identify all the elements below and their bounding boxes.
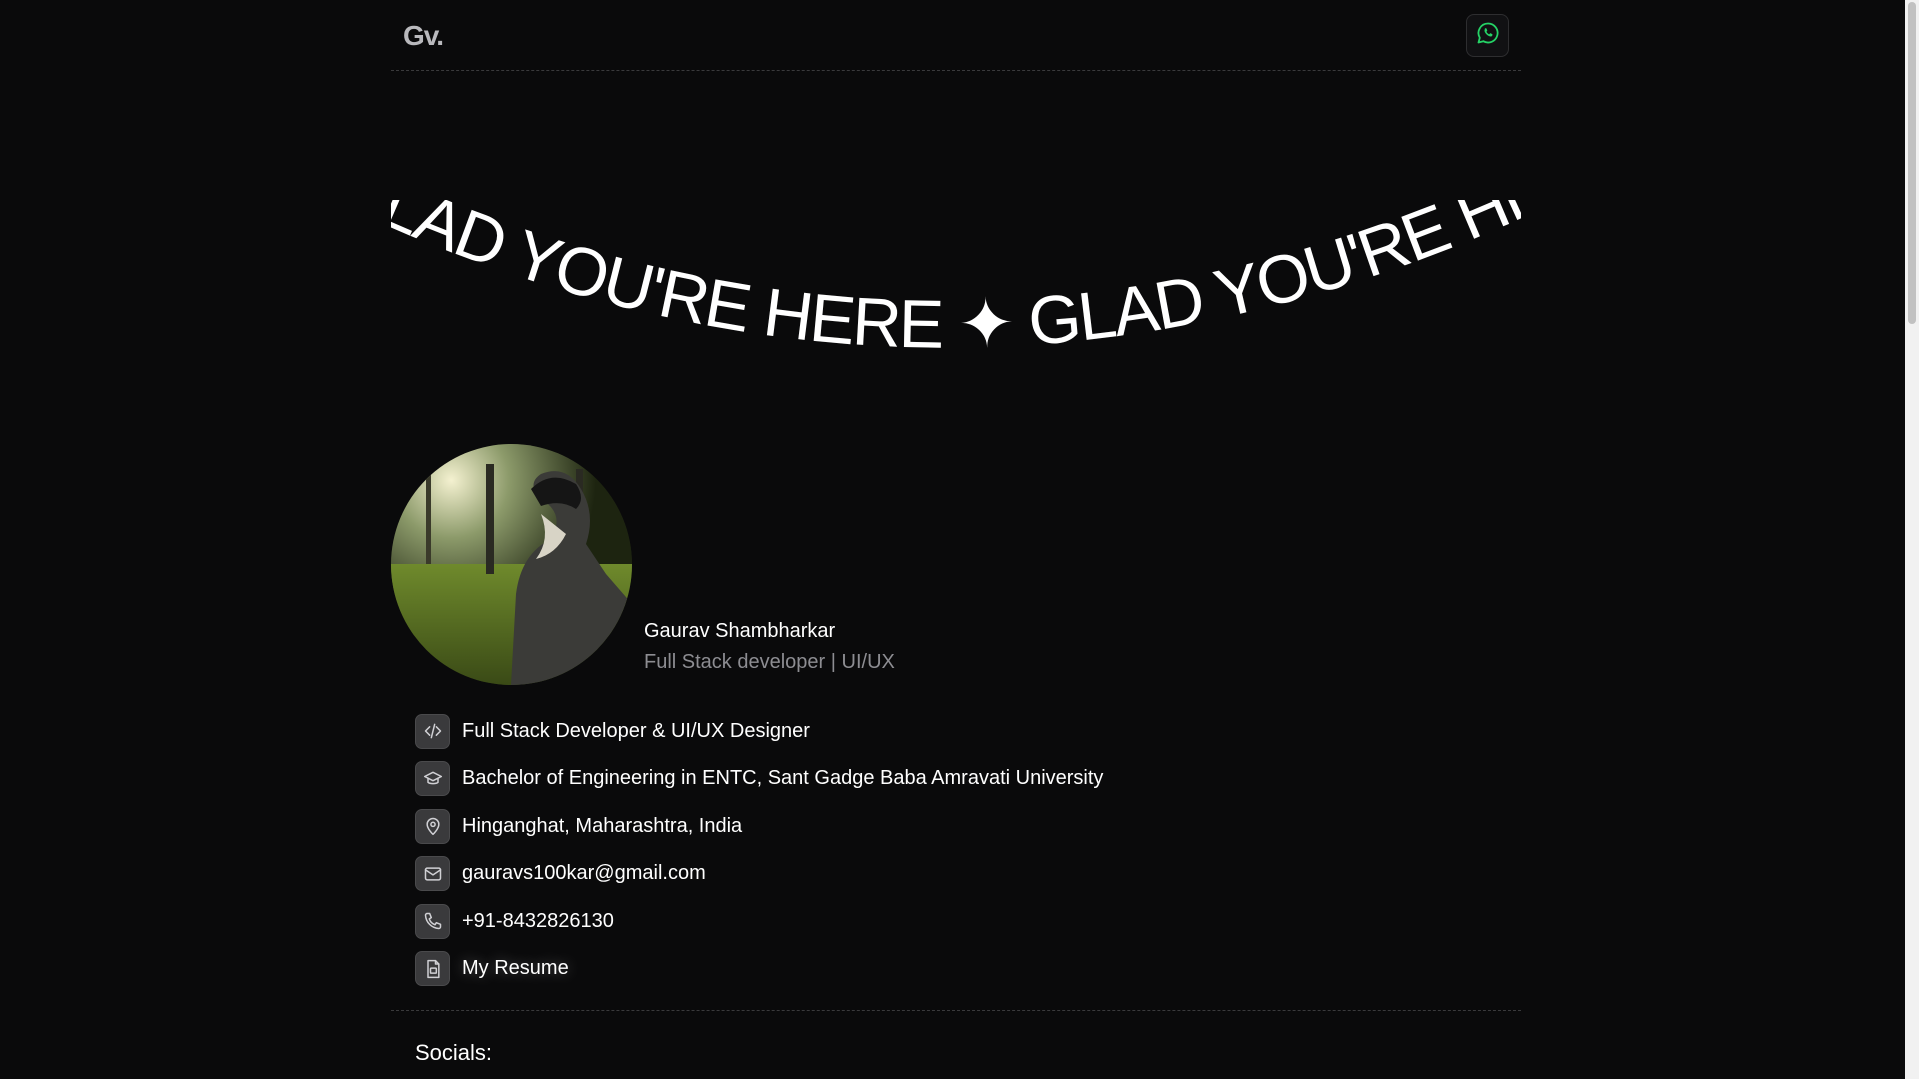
location-pin-icon	[415, 808, 450, 844]
profile-role: Full Stack developer | UI/UX	[644, 651, 895, 673]
info-item-phone[interactable]: +91-8432826130	[415, 903, 1415, 939]
mail-icon	[415, 856, 450, 891]
info-list: Full Stack Developer & UI/UX Designer Ba…	[415, 713, 1415, 998]
info-text-location: Hinganghat, Maharashtra, India	[462, 814, 743, 837]
whatsapp-button[interactable]	[1466, 14, 1509, 57]
info-text-profession: Full Stack Developer & UI/UX Designer	[462, 719, 810, 742]
info-item-email[interactable]: gauravs100kar@gmail.com	[415, 856, 1415, 892]
graduation-cap-icon	[415, 761, 450, 796]
scrollbar-thumb[interactable]	[1908, 2, 1916, 324]
main-container: Gv. GLAD YOU'RE HERE ✦ GLAD YOU'RE H	[391, 0, 1521, 1065]
scrollbar-track[interactable]	[1905, 0, 1919, 1079]
header: Gv.	[391, 0, 1521, 71]
phone-link[interactable]: +91-8432826130	[462, 910, 614, 933]
curved-marquee-text: GLAD YOU'RE HERE ✦ GLAD YOU'RE HERE ✦ GL…	[391, 200, 1521, 363]
code-icon	[415, 713, 450, 749]
info-item-profession: Full Stack Developer & UI/UX Designer	[415, 713, 1415, 749]
profile-name: Gaurav Shambharkar	[644, 620, 836, 642]
section-divider	[391, 1010, 1521, 1011]
page: Gv. GLAD YOU'RE HERE ✦ GLAD YOU'RE H	[0, 0, 1919, 1079]
email-link[interactable]: gauravs100kar@gmail.com	[462, 862, 706, 885]
resume-file-icon	[415, 951, 450, 986]
info-text-education: Bachelor of Engineering in ENTC, Sant Ga…	[462, 767, 1104, 789]
info-item-resume[interactable]: My Resume	[415, 951, 1415, 987]
info-item-location: Hinganghat, Maharashtra, India	[415, 808, 1415, 844]
info-item-education: Bachelor of Engineering in ENTC, Sant Ga…	[415, 761, 1415, 797]
logo[interactable]: Gv.	[403, 20, 444, 52]
avatar	[391, 444, 632, 685]
resume-link[interactable]: My Resume	[462, 957, 569, 980]
socials-heading: Socials:	[415, 1040, 493, 1065]
whatsapp-icon	[1476, 21, 1500, 50]
phone-icon	[415, 903, 450, 939]
curved-marquee: GLAD YOU'RE HERE ✦ GLAD YOU'RE HERE ✦ GL…	[391, 200, 1521, 450]
